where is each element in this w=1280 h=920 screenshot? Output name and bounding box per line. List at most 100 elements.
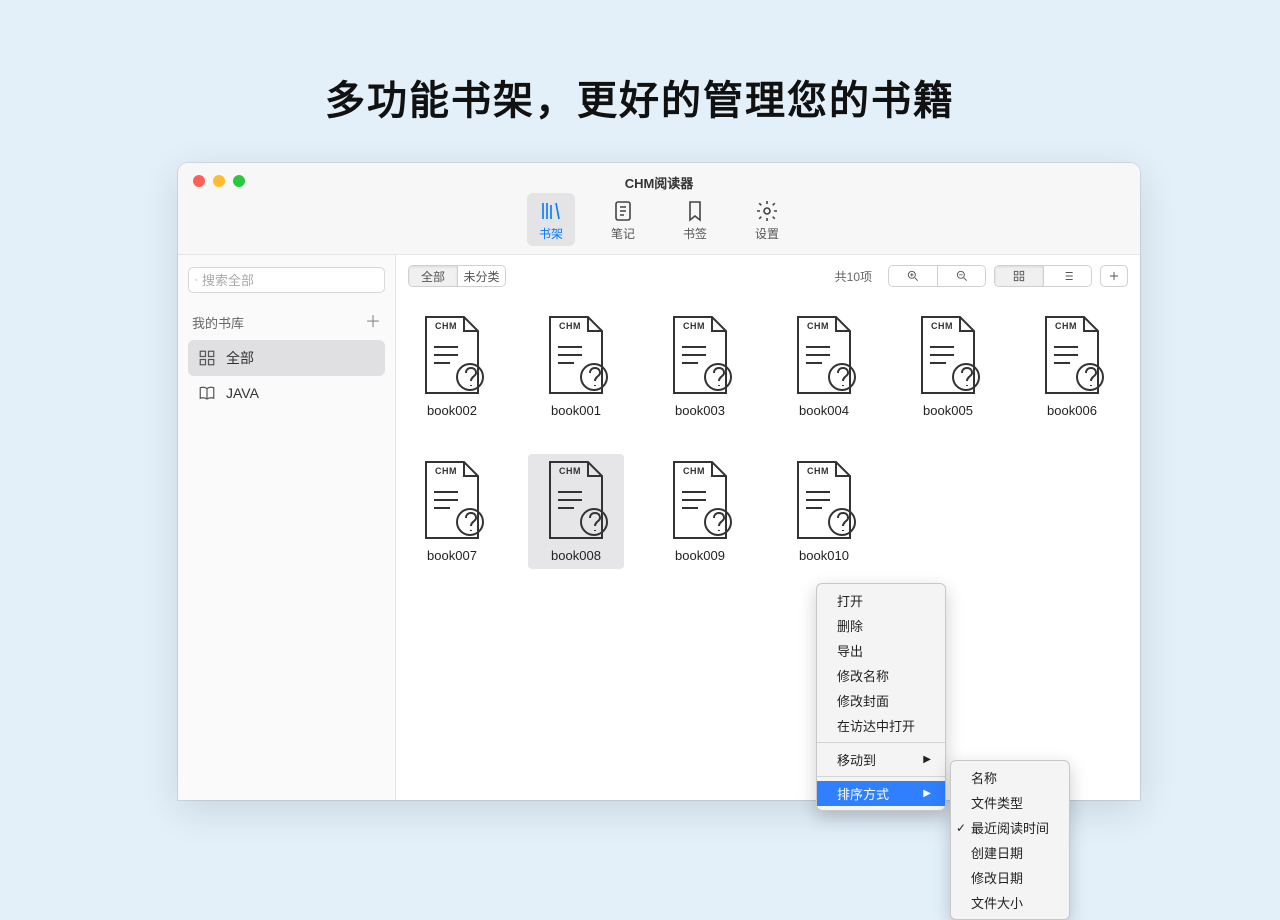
- book-item[interactable]: CHM book009: [652, 454, 748, 569]
- item-count: 共10项: [835, 268, 872, 285]
- book-item[interactable]: CHM book006: [1024, 309, 1120, 424]
- book-name: book008: [551, 548, 601, 563]
- book-name: book010: [799, 548, 849, 563]
- ctx-move-to[interactable]: 移动到▶: [817, 747, 945, 772]
- bookmark-icon: [683, 199, 707, 223]
- book-name: book001: [551, 403, 601, 418]
- tab-settings-label: 设置: [755, 225, 779, 242]
- tab-shelf-label: 书架: [539, 225, 563, 242]
- tab-settings[interactable]: 设置: [743, 193, 791, 246]
- zoom-out-icon: [955, 269, 969, 283]
- sidebar: 我的书库 ＋ 全部 JAVA: [178, 255, 396, 800]
- plus-icon: [1107, 269, 1121, 283]
- book-item[interactable]: CHM book008: [528, 454, 624, 569]
- book-item[interactable]: CHM book005: [900, 309, 996, 424]
- book-item[interactable]: CHM book007: [404, 454, 500, 569]
- book-thumbnail: CHM: [416, 460, 488, 540]
- sort-created[interactable]: 创建日期: [951, 840, 1069, 865]
- titlebar: CHM阅读器 书架 笔记 书签 设置: [178, 163, 1140, 255]
- sidebar-item-label: 全部: [226, 348, 254, 368]
- grid-view-button[interactable]: [995, 266, 1043, 286]
- check-icon: ✓: [956, 821, 966, 835]
- book-thumbnail: CHM: [1036, 315, 1108, 395]
- zoom-segment: [888, 265, 986, 287]
- book-thumbnail: CHM: [788, 460, 860, 540]
- library-header: 我的书库 ＋: [192, 313, 381, 332]
- menu-separator: [817, 776, 945, 777]
- zoom-in-icon: [906, 269, 920, 283]
- tab-notes-label: 笔记: [611, 225, 635, 242]
- filterbar: 全部 未分类 共10项: [396, 255, 1140, 291]
- book-item[interactable]: CHM book001: [528, 309, 624, 424]
- filter-uncategorized-button[interactable]: 未分类: [457, 266, 505, 286]
- ctx-delete[interactable]: 删除: [817, 613, 945, 638]
- book-name: book004: [799, 403, 849, 418]
- ctx-rename[interactable]: 修改名称: [817, 663, 945, 688]
- book-name: book009: [675, 548, 725, 563]
- sort-name[interactable]: 名称: [951, 765, 1069, 790]
- book-thumbnail: CHM: [912, 315, 984, 395]
- view-segment: [994, 265, 1092, 287]
- add-book-button[interactable]: [1100, 265, 1128, 287]
- book-name: book003: [675, 403, 725, 418]
- book-name: book002: [427, 403, 477, 418]
- category-segment: 全部 未分类: [408, 265, 506, 287]
- main-content: 全部 未分类 共10项: [396, 255, 1140, 800]
- books-icon: [539, 199, 563, 223]
- ctx-export[interactable]: 导出: [817, 638, 945, 663]
- book-item[interactable]: CHM book003: [652, 309, 748, 424]
- library-header-label: 我的书库: [192, 313, 244, 332]
- book-thumbnail: CHM: [664, 315, 736, 395]
- grid-icon: [198, 349, 216, 367]
- book-thumbnail: CHM: [416, 315, 488, 395]
- zoom-out-button[interactable]: [937, 266, 985, 286]
- sort-filetype[interactable]: 文件类型: [951, 790, 1069, 815]
- tab-bookmarks[interactable]: 书签: [671, 193, 719, 246]
- book-item[interactable]: CHM book002: [404, 309, 500, 424]
- search-icon: [195, 273, 198, 287]
- book-grid: CHM book002 CHM book001 CHM: [396, 291, 1140, 587]
- add-library-button[interactable]: ＋: [365, 315, 381, 331]
- book-thumbnail: CHM: [540, 315, 612, 395]
- window-title: CHM阅读器: [178, 173, 1140, 192]
- toolbar: 书架 笔记 书签 设置: [178, 193, 1140, 246]
- sort-modified[interactable]: 修改日期: [951, 865, 1069, 890]
- menu-separator: [817, 742, 945, 743]
- book-open-icon: [198, 384, 216, 402]
- app-window: CHM阅读器 书架 笔记 书签 设置: [178, 163, 1140, 800]
- book-thumbnail: CHM: [664, 460, 736, 540]
- book-item[interactable]: CHM book004: [776, 309, 872, 424]
- ctx-reveal[interactable]: 在访达中打开: [817, 713, 945, 738]
- sort-size[interactable]: 文件大小: [951, 890, 1069, 915]
- book-name: book006: [1047, 403, 1097, 418]
- book-item[interactable]: CHM book010: [776, 454, 872, 569]
- ctx-cover[interactable]: 修改封面: [817, 688, 945, 713]
- tab-bookmarks-label: 书签: [683, 225, 707, 242]
- zoom-in-button[interactable]: [889, 266, 937, 286]
- sidebar-item-all[interactable]: 全部: [188, 340, 385, 376]
- page-headline: 多功能书架，更好的管理您的书籍: [0, 0, 1280, 126]
- sort-submenu: 名称 文件类型 ✓最近阅读时间 创建日期 修改日期 文件大小: [950, 760, 1070, 920]
- list-view-button[interactable]: [1043, 266, 1091, 286]
- book-thumbnail: CHM: [540, 460, 612, 540]
- tab-shelf[interactable]: 书架: [527, 193, 575, 246]
- chevron-right-icon: ▶: [923, 788, 931, 799]
- book-name: book005: [923, 403, 973, 418]
- tab-notes[interactable]: 笔记: [599, 193, 647, 246]
- search-input[interactable]: [202, 273, 378, 288]
- sidebar-item-label: JAVA: [226, 385, 259, 401]
- ctx-open[interactable]: 打开: [817, 588, 945, 613]
- sort-recent[interactable]: ✓最近阅读时间: [951, 815, 1069, 840]
- context-menu: 打开 删除 导出 修改名称 修改封面 在访达中打开 移动到▶ 排序方式▶: [816, 583, 946, 811]
- chevron-right-icon: ▶: [923, 754, 931, 765]
- search-box[interactable]: [188, 267, 385, 293]
- book-thumbnail: CHM: [788, 315, 860, 395]
- list-icon: [1061, 269, 1075, 283]
- ctx-sort-by[interactable]: 排序方式▶: [817, 781, 945, 806]
- filter-all-button[interactable]: 全部: [409, 266, 457, 286]
- book-name: book007: [427, 548, 477, 563]
- gear-icon: [755, 199, 779, 223]
- grid-icon: [1012, 269, 1026, 283]
- note-icon: [611, 199, 635, 223]
- sidebar-item-java[interactable]: JAVA: [188, 376, 385, 410]
